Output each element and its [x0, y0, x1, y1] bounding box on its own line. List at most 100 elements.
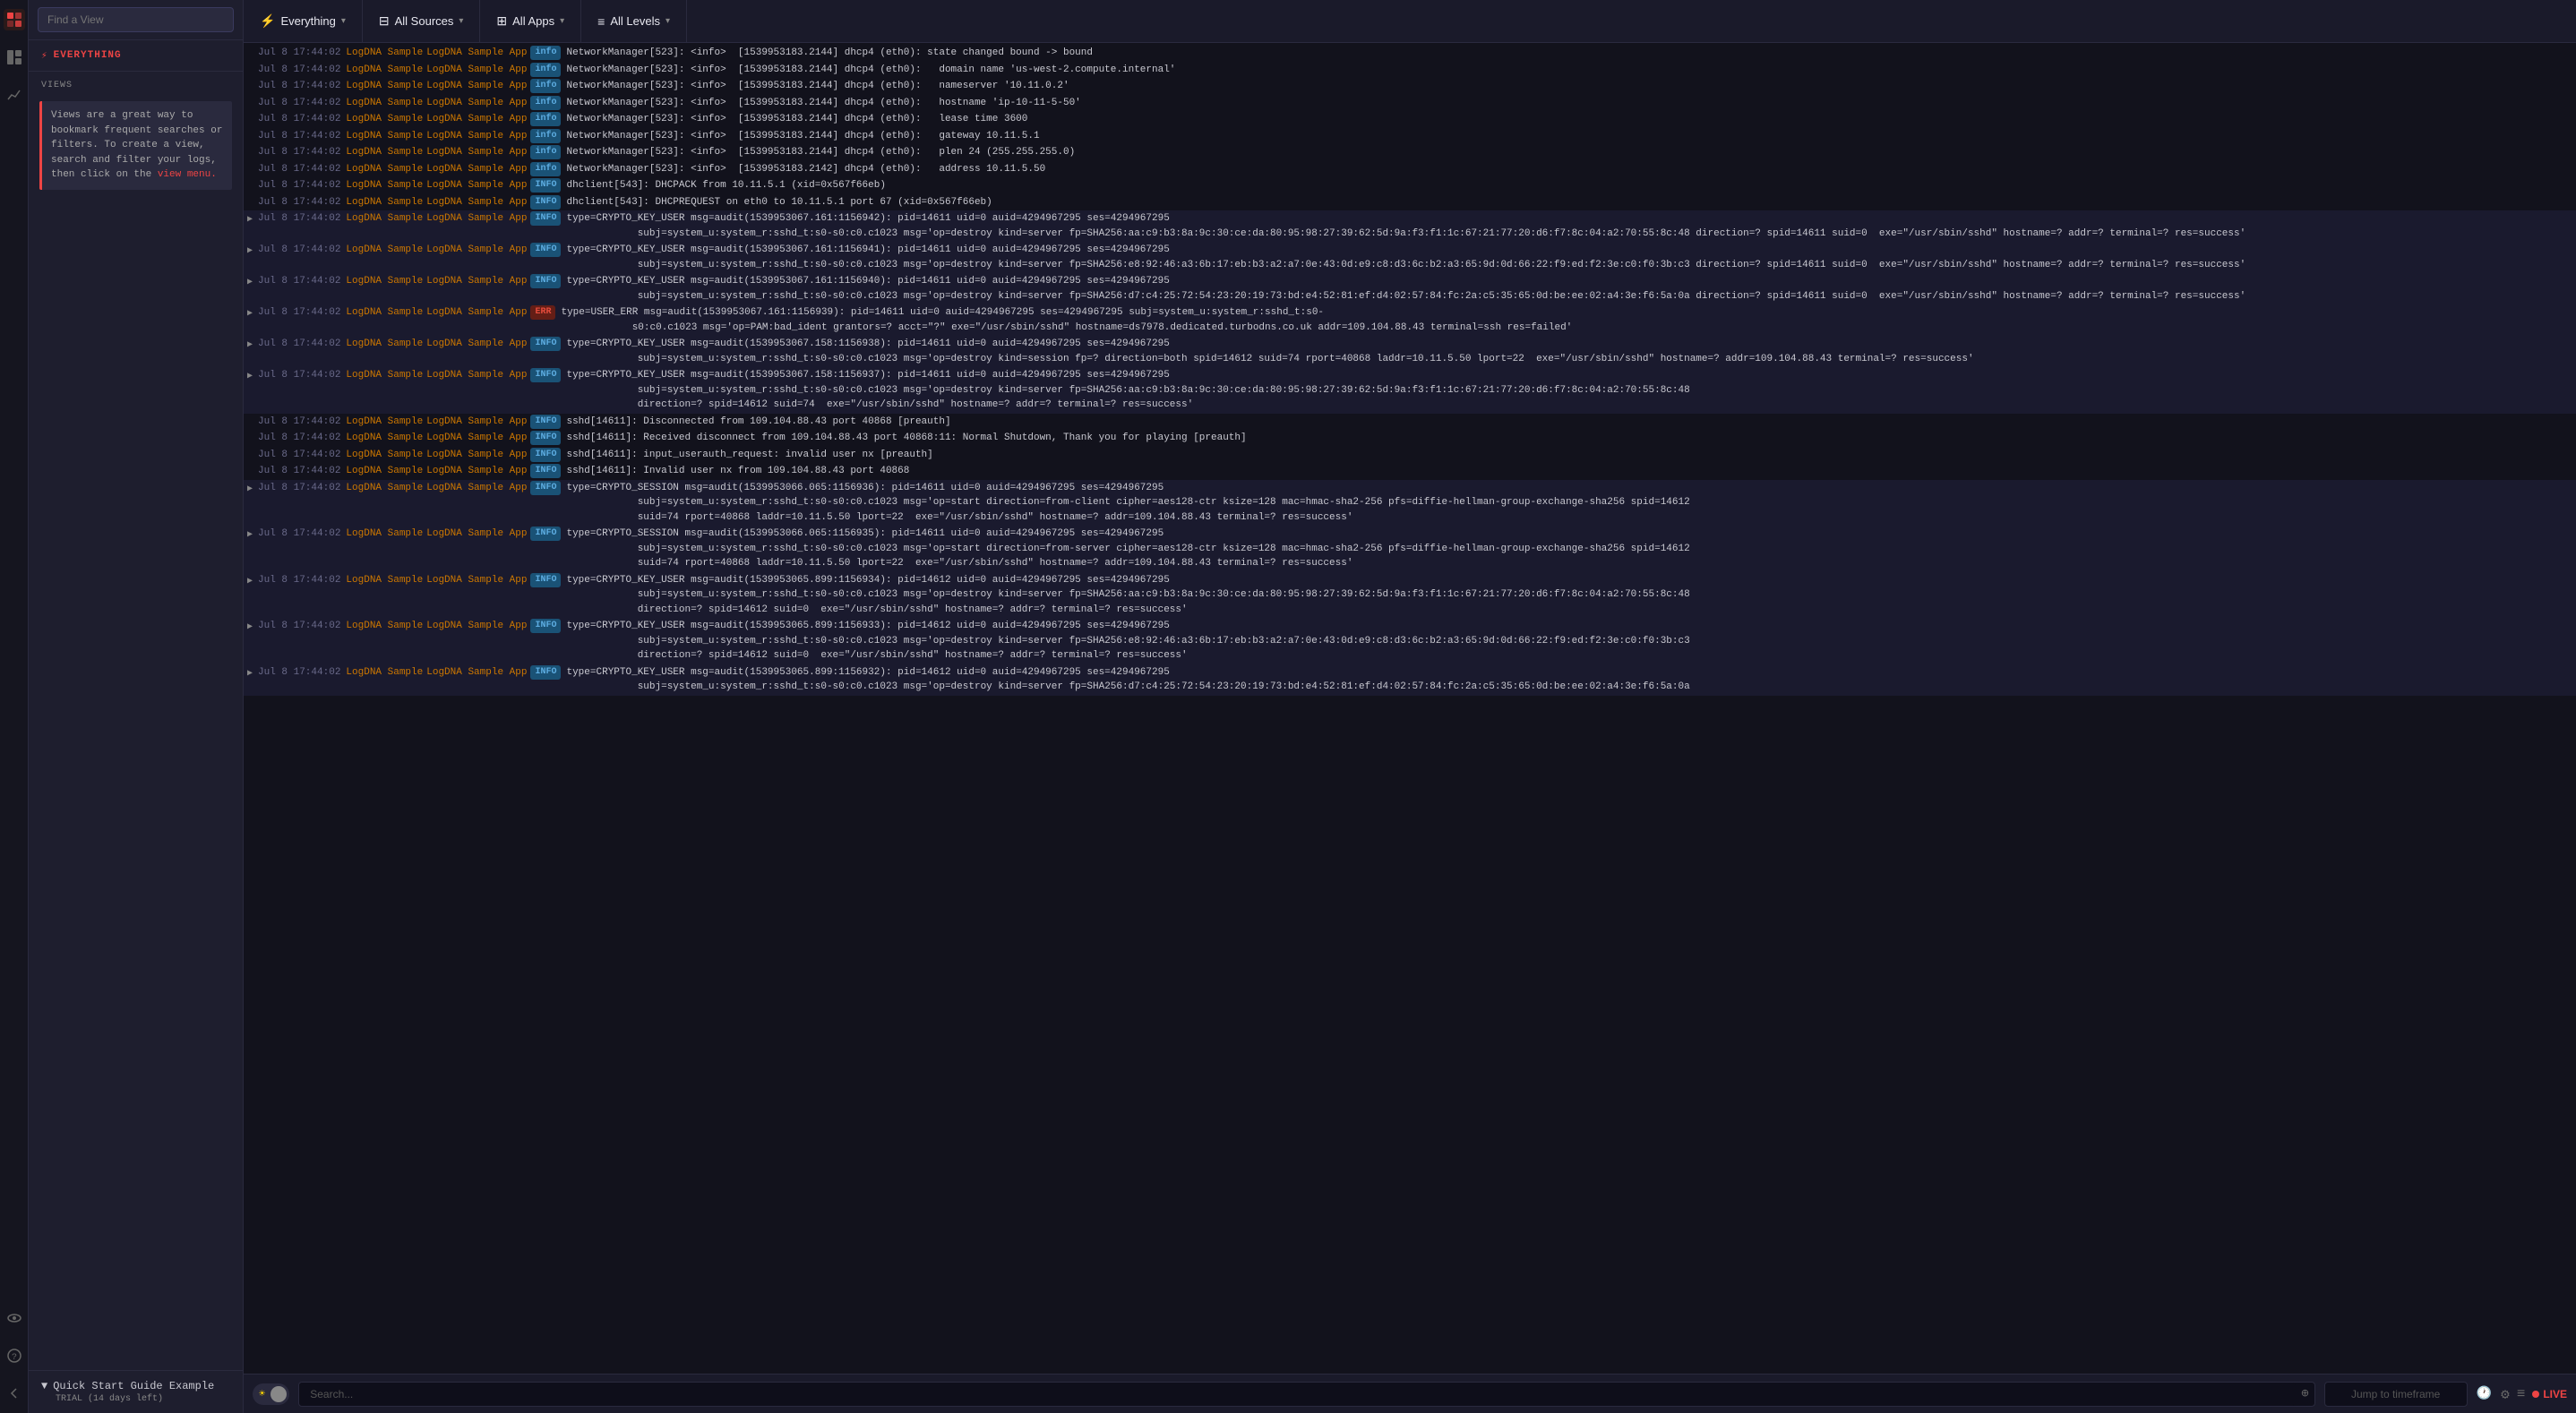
- log-app: LogDNA Sample App: [426, 178, 527, 193]
- log-line[interactable]: Jul 8 17:44:02 LogDNA Sample LogDNA Samp…: [244, 78, 2576, 95]
- all-apps-button[interactable]: ⊞ All Apps ▾: [480, 0, 581, 42]
- theme-toggle[interactable]: ☀: [253, 1383, 289, 1405]
- toggle-circle: [270, 1386, 287, 1402]
- expand-arrow[interactable]: ▶: [247, 307, 253, 321]
- view-menu-link[interactable]: view menu.: [158, 169, 217, 180]
- log-line[interactable]: ▶Jul 8 17:44:02 LogDNA Sample LogDNA Sam…: [244, 526, 2576, 572]
- log-level-badge: info: [530, 129, 561, 143]
- live-dot: [2532, 1391, 2539, 1398]
- content-area: ⚡ Everything ▾ ⊟ All Sources ▾ ⊞ All App…: [244, 0, 2576, 1413]
- expand-arrow[interactable]: ▶: [247, 483, 253, 496]
- log-timestamp: Jul 8 17:44:02: [258, 129, 340, 144]
- all-levels-button[interactable]: ≡ All Levels ▾: [581, 0, 687, 42]
- everything-nav-item[interactable]: ⚡ EVERYTHING: [29, 40, 243, 72]
- log-timestamp: Jul 8 17:44:02: [258, 337, 340, 352]
- expand-arrow[interactable]: ▶: [247, 575, 253, 588]
- log-line[interactable]: ▶Jul 8 17:44:02 LogDNA Sample LogDNA Sam…: [244, 210, 2576, 242]
- panels-icon[interactable]: [4, 47, 25, 68]
- log-line[interactable]: ▶Jul 8 17:44:02 LogDNA Sample LogDNA Sam…: [244, 664, 2576, 696]
- log-app: LogDNA Sample App: [426, 305, 527, 321]
- apps-icon: ⊞: [496, 13, 507, 29]
- log-source: LogDNA Sample: [346, 129, 423, 144]
- log-level-badge: info: [530, 96, 561, 110]
- log-line[interactable]: Jul 8 17:44:02 LogDNA Sample LogDNA Samp…: [244, 463, 2576, 480]
- log-source: LogDNA Sample: [346, 665, 423, 681]
- log-message: NetworkManager[523]: <info> [1539953183.…: [566, 112, 2569, 127]
- log-line[interactable]: Jul 8 17:44:02 LogDNA Sample LogDNA Samp…: [244, 161, 2576, 178]
- views-section-label: VIEWS: [29, 72, 243, 94]
- log-message: type=CRYPTO_KEY_USER msg=audit(153995306…: [566, 368, 2569, 413]
- live-badge[interactable]: LIVE: [2532, 1388, 2567, 1400]
- log-area[interactable]: Jul 8 17:44:02 LogDNA Sample LogDNA Samp…: [244, 43, 2576, 1374]
- expand-arrow[interactable]: ▶: [247, 667, 253, 681]
- search-help-icon[interactable]: ⊕: [2296, 1386, 2314, 1401]
- sidebar: ⚡ EVERYTHING VIEWS Views are a great way…: [29, 0, 244, 1413]
- expand-arrow[interactable]: ▶: [247, 621, 253, 634]
- log-line[interactable]: ▶Jul 8 17:44:02 LogDNA Sample LogDNA Sam…: [244, 572, 2576, 619]
- log-level-badge: info: [530, 145, 561, 159]
- log-line[interactable]: Jul 8 17:44:02 LogDNA Sample LogDNA Samp…: [244, 95, 2576, 112]
- graph-icon[interactable]: [4, 84, 25, 106]
- find-view-input[interactable]: [38, 7, 234, 32]
- log-message: type=CRYPTO_SESSION msg=audit(1539953066…: [566, 527, 2569, 571]
- all-sources-button[interactable]: ⊟ All Sources ▾: [363, 0, 481, 42]
- log-line[interactable]: Jul 8 17:44:02 LogDNA Sample LogDNA Samp…: [244, 144, 2576, 161]
- log-timestamp: Jul 8 17:44:02: [258, 195, 340, 210]
- expand-arrow[interactable]: ▶: [247, 213, 253, 227]
- log-timestamp: Jul 8 17:44:02: [258, 481, 340, 496]
- log-line[interactable]: ▶Jul 8 17:44:02 LogDNA Sample LogDNA Sam…: [244, 367, 2576, 414]
- log-line[interactable]: ▶Jul 8 17:44:02 LogDNA Sample LogDNA Sam…: [244, 242, 2576, 273]
- all-levels-label: All Levels: [610, 14, 660, 28]
- log-source: LogDNA Sample: [346, 243, 423, 258]
- log-line[interactable]: ▶Jul 8 17:44:02 LogDNA Sample LogDNA Sam…: [244, 336, 2576, 367]
- log-source: LogDNA Sample: [346, 195, 423, 210]
- log-line[interactable]: Jul 8 17:44:02 LogDNA Sample LogDNA Samp…: [244, 62, 2576, 79]
- help-icon[interactable]: ?: [4, 1345, 25, 1366]
- log-timestamp: Jul 8 17:44:02: [258, 368, 340, 383]
- log-line[interactable]: Jul 8 17:44:02 LogDNA Sample LogDNA Samp…: [244, 45, 2576, 62]
- calendar-icon[interactable]: 🕐: [2477, 1386, 2492, 1401]
- log-app: LogDNA Sample App: [426, 112, 527, 127]
- log-timestamp: Jul 8 17:44:02: [258, 274, 340, 289]
- all-apps-label: All Apps: [512, 14, 554, 28]
- log-line[interactable]: Jul 8 17:44:02 LogDNA Sample LogDNA Samp…: [244, 177, 2576, 194]
- log-line[interactable]: Jul 8 17:44:02 LogDNA Sample LogDNA Samp…: [244, 430, 2576, 447]
- logo-icon[interactable]: [4, 9, 25, 30]
- expand-arrow[interactable]: ▶: [247, 244, 253, 258]
- log-line[interactable]: ▶Jul 8 17:44:02 LogDNA Sample LogDNA Sam…: [244, 273, 2576, 304]
- log-line[interactable]: ▶Jul 8 17:44:02 LogDNA Sample LogDNA Sam…: [244, 304, 2576, 336]
- expand-arrow[interactable]: ▶: [247, 276, 253, 289]
- expand-arrow[interactable]: ▶: [247, 338, 253, 352]
- log-level-badge: INFO: [530, 431, 561, 445]
- log-app: LogDNA Sample App: [426, 665, 527, 681]
- log-line[interactable]: Jul 8 17:44:02 LogDNA Sample LogDNA Samp…: [244, 447, 2576, 464]
- log-line[interactable]: Jul 8 17:44:02 LogDNA Sample LogDNA Samp…: [244, 128, 2576, 145]
- log-source: LogDNA Sample: [346, 619, 423, 634]
- collapse-icon[interactable]: [4, 1383, 25, 1404]
- log-app: LogDNA Sample App: [426, 448, 527, 463]
- quick-start-header[interactable]: ▼ Quick Start Guide Example: [41, 1380, 230, 1392]
- timeframe-input[interactable]: Jump to timeframe: [2324, 1382, 2468, 1407]
- log-level-badge: INFO: [530, 464, 561, 478]
- everything-chevron: ▾: [341, 16, 346, 26]
- log-app: LogDNA Sample App: [426, 129, 527, 144]
- log-line[interactable]: Jul 8 17:44:02 LogDNA Sample LogDNA Samp…: [244, 111, 2576, 128]
- log-level-badge: INFO: [530, 573, 561, 587]
- expand-arrow[interactable]: ▶: [247, 528, 253, 542]
- log-message: sshd[14611]: Disconnected from 109.104.8…: [566, 415, 2569, 430]
- log-app: LogDNA Sample App: [426, 162, 527, 177]
- filter-icon[interactable]: ≡: [2517, 1386, 2526, 1402]
- eye-icon[interactable]: [4, 1307, 25, 1329]
- log-line[interactable]: Jul 8 17:44:02 LogDNA Sample LogDNA Samp…: [244, 414, 2576, 431]
- log-line[interactable]: ▶Jul 8 17:44:02 LogDNA Sample LogDNA Sam…: [244, 618, 2576, 664]
- settings-icon-bottom[interactable]: ⚙: [2501, 1385, 2510, 1403]
- log-message: NetworkManager[523]: <info> [1539953183.…: [566, 145, 2569, 160]
- log-line[interactable]: Jul 8 17:44:02 LogDNA Sample LogDNA Samp…: [244, 194, 2576, 211]
- log-app: LogDNA Sample App: [426, 573, 527, 588]
- everything-button[interactable]: ⚡ Everything ▾: [244, 0, 363, 42]
- log-line[interactable]: ▶Jul 8 17:44:02 LogDNA Sample LogDNA Sam…: [244, 480, 2576, 527]
- bolt-icon: ⚡: [41, 49, 48, 62]
- search-input[interactable]: [299, 1383, 2296, 1406]
- log-app: LogDNA Sample App: [426, 337, 527, 352]
- expand-arrow[interactable]: ▶: [247, 370, 253, 383]
